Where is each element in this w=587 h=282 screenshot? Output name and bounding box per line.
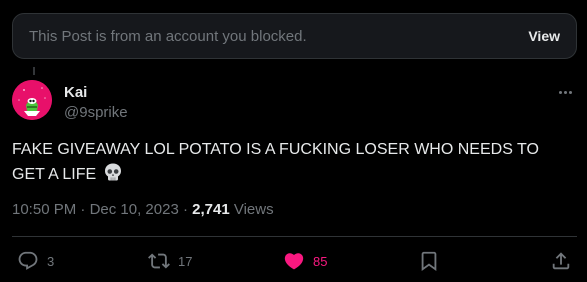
meta-separator: · [80,201,86,218]
views-count: 2,741 [192,201,230,218]
tweet-meta: 10:50 PM · Dec 10, 2023 · 2,741 Views [12,201,274,218]
reply-button[interactable]: 3 [17,248,54,274]
avatar-image [12,80,52,120]
blocked-notice-text: This Post is from an account you blocked… [29,27,307,45]
tweet-body: FAKE GIVEAWAY LOL POTATO IS A FUCKING LO… [12,141,539,183]
blocked-notice: This Post is from an account you blocked… [12,13,577,59]
avatar[interactable] [12,80,52,120]
repost-count: 17 [178,253,193,269]
share-icon [552,252,570,270]
author-name[interactable]: Kai [64,84,87,101]
reply-count: 3 [47,253,55,269]
heart-icon [284,253,304,270]
tweet-time[interactable]: 10:50 PM [12,201,76,218]
views-label: Views [233,201,274,218]
share-button[interactable] [550,248,572,274]
meta-separator: · [182,201,188,218]
tweet-date[interactable]: Dec 10, 2023 [90,201,179,218]
reply-icon [18,251,38,270]
like-button[interactable]: 85 [283,248,327,274]
bookmark-button[interactable] [418,248,440,274]
action-bar: 3 17 85 [0,248,587,274]
divider [12,236,577,237]
view-button[interactable]: View [528,22,560,50]
tweet-text: FAKE GIVEAWAY LOL POTATO IS A FUCKING LO… [12,138,572,190]
repost-button[interactable]: 17 [148,248,192,274]
bookmark-icon [421,251,437,272]
more-options-icon[interactable] [555,84,575,100]
skull-icon [103,162,123,190]
thread-connector-line [33,67,35,75]
like-count: 85 [313,253,328,269]
author-handle[interactable]: @9sprike [64,104,128,121]
repost-icon [148,253,170,269]
